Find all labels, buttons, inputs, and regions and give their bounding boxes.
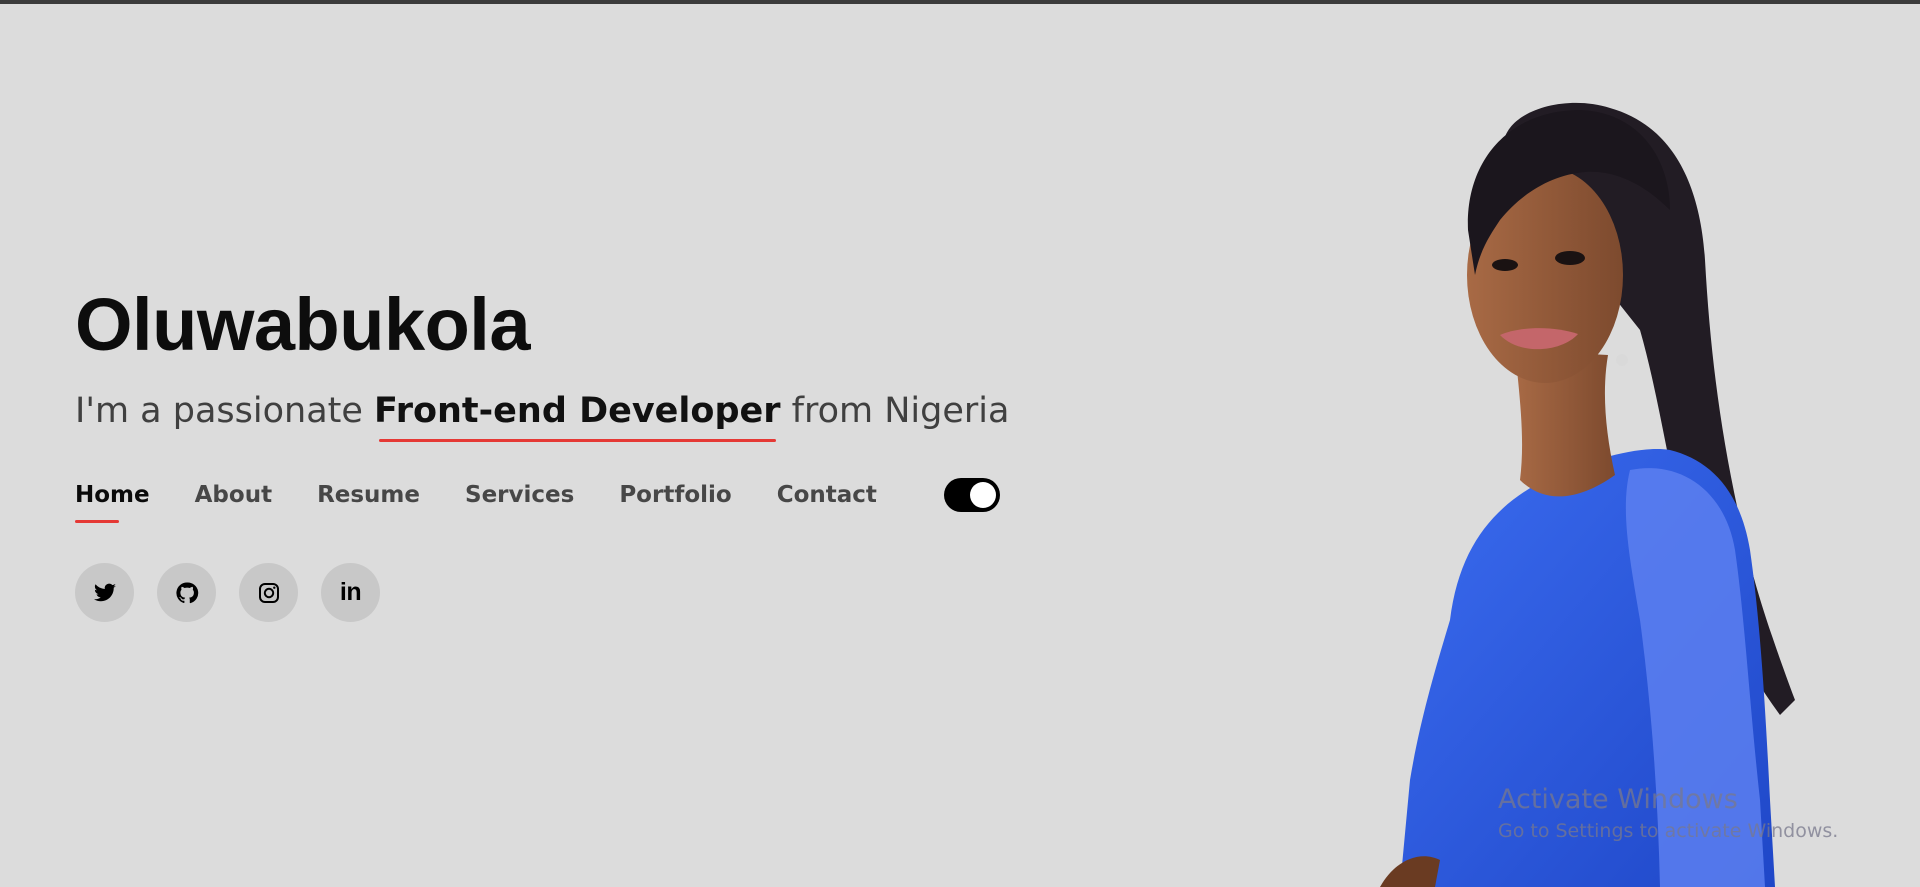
activate-windows-watermark: Activate Windows Go to Settings to activ… xyxy=(1498,783,1838,845)
instagram-button[interactable] xyxy=(239,563,298,622)
hero-section: Oluwabukola I'm a passionate Front-end D… xyxy=(75,280,1035,442)
nav-home[interactable]: Home xyxy=(75,482,150,523)
top-strip xyxy=(0,0,1920,4)
nav-contact[interactable]: Contact xyxy=(777,482,877,508)
twitter-button[interactable] xyxy=(75,563,134,622)
theme-toggle[interactable] xyxy=(943,478,1000,512)
github-icon xyxy=(175,581,198,603)
twitter-icon xyxy=(93,583,116,601)
page: Oluwabukola I'm a passionate Front-end D… xyxy=(0,0,1920,887)
linkedin-icon: in xyxy=(339,578,362,606)
nav-portfolio[interactable]: Portfolio xyxy=(619,482,731,508)
theme-toggle-knob xyxy=(969,482,996,508)
nav-about[interactable]: About xyxy=(195,482,272,508)
watermark-title: Activate Windows xyxy=(1498,784,1738,815)
hero-name: Oluwabukola xyxy=(75,283,531,366)
social-links: in xyxy=(75,563,403,622)
instagram-icon xyxy=(258,582,279,603)
nav-services[interactable]: Services xyxy=(465,482,574,508)
hero-subtitle: I'm a passionate Front-end Developer fro… xyxy=(75,388,1035,442)
watermark-subtitle: Go to Settings to activate Windows. xyxy=(1498,820,1839,842)
subtitle-suffix: from Nigeria xyxy=(780,391,1010,431)
linkedin-button[interactable]: in xyxy=(321,563,380,622)
subtitle-role: Front-end Developer xyxy=(374,388,781,442)
subtitle-prefix: I'm a passionate xyxy=(75,391,375,431)
nav-resume[interactable]: Resume xyxy=(317,482,420,508)
profile-portrait xyxy=(1380,102,1795,887)
github-button[interactable] xyxy=(157,563,216,622)
main-nav: Home About Resume Services Portfolio Con… xyxy=(75,475,1000,523)
